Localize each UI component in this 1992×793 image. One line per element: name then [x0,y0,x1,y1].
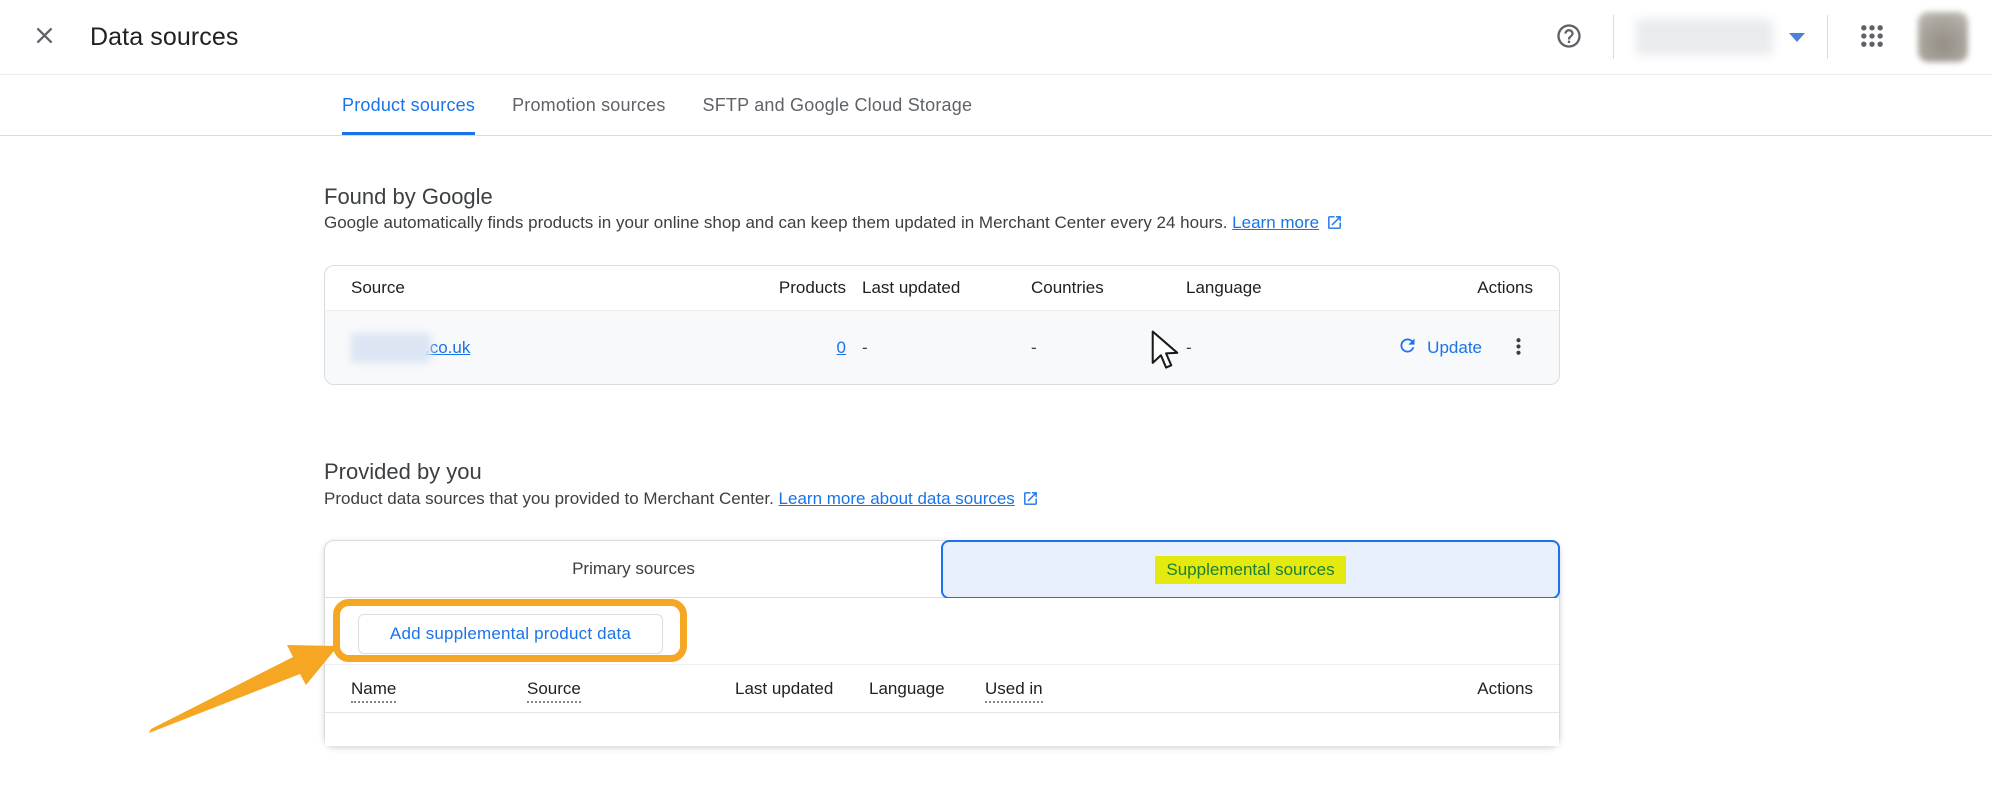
close-icon [31,22,58,52]
tab-promotion-sources[interactable]: Promotion sources [512,76,665,135]
found-description-text: Google automatically finds products in y… [324,213,1227,232]
supplemental-table-header-row: Name Source Last updated Language Used i… [325,665,1559,713]
account-switcher[interactable] [1636,19,1805,55]
column-header-products: Products [776,278,846,298]
more-vert-icon [1506,334,1531,362]
column-header-language: Language [1186,278,1336,298]
avatar[interactable] [1918,12,1968,62]
app-bar: Data sources [0,0,1992,75]
chevron-down-icon [1789,33,1805,50]
column-header-language: Language [869,679,985,699]
table-header-row: Source Products Last updated Countries L… [325,266,1559,311]
app-bar-right [1547,12,1992,62]
learn-more-data-sources-link[interactable]: Learn more about data sources [779,489,1015,508]
add-supplemental-product-data-button[interactable]: Add supplemental product data [358,614,663,654]
column-header-countries: Countries [1031,278,1186,298]
merchant-center-data-sources-page: Data sources [0,0,1992,793]
external-link-icon [1022,490,1039,514]
provided-by-you-description: Product data sources that you provided t… [324,487,1039,514]
source-domain-link[interactable]: .co.uk [425,338,470,358]
source-type-tabs: Primary sources Supplemental sources [325,541,1559,598]
tab-supplemental-sources[interactable]: Supplemental sources [941,540,1560,599]
add-button-row: Add supplemental product data [325,598,1559,665]
external-link-icon [1326,214,1343,238]
column-header-actions: Actions [1477,679,1533,699]
products-count-link[interactable]: 0 [837,338,846,357]
close-button[interactable] [22,15,66,59]
column-header-used-in: Used in [985,679,1477,699]
apps-grid-button[interactable] [1850,15,1894,59]
found-by-google-heading: Found by Google [324,184,493,210]
help-icon [1555,22,1583,53]
page-title: Data sources [90,23,239,52]
divider [1827,15,1828,59]
tab-bar: Product sources Promotion sources SFTP a… [0,76,1992,136]
column-header-source: Source [351,278,776,298]
tab-sftp-gcs[interactable]: SFTP and Google Cloud Storage [703,76,973,135]
provided-description-text: Product data sources that you provided t… [324,489,774,508]
table-row: .co.uk 0 - - - Update [325,311,1559,384]
source-cell: .co.uk [351,333,776,363]
countries-cell: - [1031,338,1186,358]
help-button[interactable] [1547,15,1591,59]
tab-primary-sources[interactable]: Primary sources [325,541,942,597]
last-updated-cell: - [846,338,1031,358]
update-button[interactable]: Update [1393,329,1486,367]
provided-by-you-heading: Provided by you [324,459,482,485]
refresh-icon [1397,335,1418,361]
found-by-google-description: Google automatically finds products in y… [324,211,1343,238]
column-header-last-updated: Last updated [846,278,1031,298]
tab-product-sources[interactable]: Product sources [342,76,475,135]
empty-table-body [325,713,1559,746]
row-overflow-menu-button[interactable] [1504,332,1533,364]
learn-more-link[interactable]: Learn more [1232,213,1319,232]
apps-grid-icon [1858,22,1886,53]
column-header-source: Source [527,679,735,699]
products-cell: 0 [776,338,846,358]
column-header-last-updated: Last updated [735,679,869,699]
found-by-google-table: Source Products Last updated Countries L… [324,265,1560,385]
supplemental-sources-highlighted-label: Supplemental sources [1155,556,1345,584]
annotation-arrow [140,638,350,738]
divider [1613,15,1614,59]
account-name-redacted [1636,19,1773,55]
language-cell: - [1186,338,1336,358]
column-header-name: Name [351,679,527,699]
update-label: Update [1427,338,1482,358]
provided-sources-card: Primary sources Supplemental sources Add… [324,540,1560,746]
actions-cell: Update [1336,329,1533,367]
column-header-actions: Actions [1336,278,1533,298]
domain-redacted [351,333,431,363]
